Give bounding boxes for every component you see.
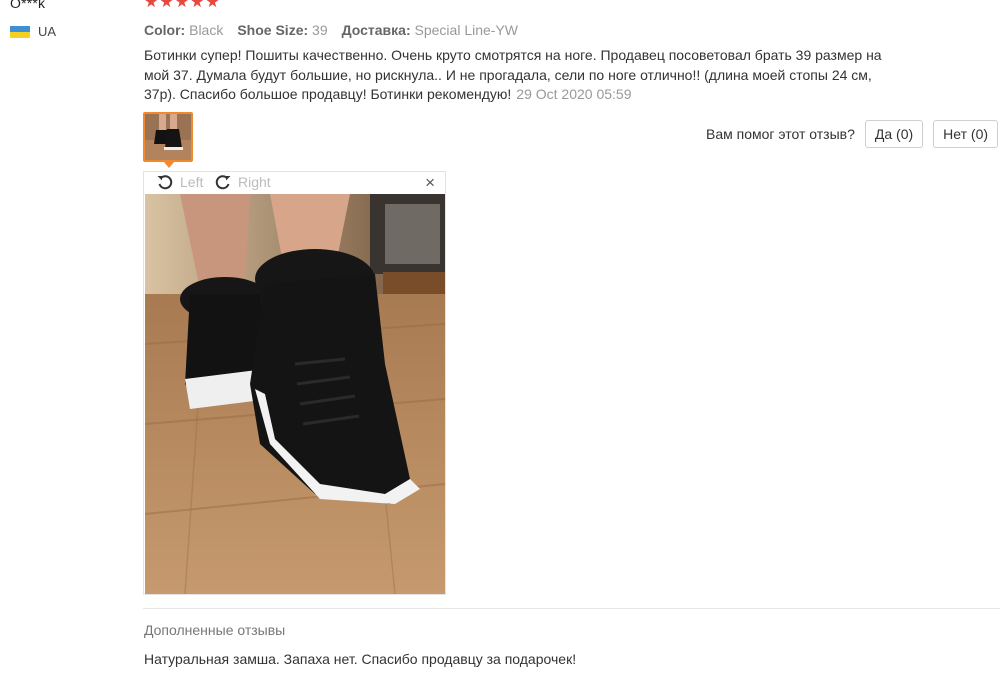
rating-stars: ★ ★ ★ ★ ★ <box>144 0 220 11</box>
rotate-right-label: Right <box>238 174 271 190</box>
thumbnail-pointer <box>164 162 174 168</box>
star-icon: ★ <box>174 0 190 11</box>
rotate-right-icon <box>215 175 231 190</box>
photo-thumbnail[interactable] <box>143 112 193 162</box>
vote-no-button[interactable]: Нет (0) <box>933 120 999 148</box>
star-icon: ★ <box>205 0 220 11</box>
attr-delivery: Доставка: Special Line-YW <box>341 22 519 38</box>
vote-yes-button[interactable]: Да (0) <box>864 120 924 148</box>
followup-text: Натуральная замша. Запаха нет. Спасибо п… <box>144 651 577 667</box>
close-viewer-button[interactable]: × <box>425 173 435 193</box>
helpful-question: Вам помог этот отзыв? <box>706 126 855 142</box>
boots-photo-image <box>145 194 445 594</box>
viewer-toolbar: Left Right × <box>144 172 445 194</box>
followup-title: Дополненные отзывы <box>144 622 286 638</box>
rotate-left-icon <box>157 175 173 190</box>
attr-color: Color: Black <box>144 22 224 38</box>
rotate-right-button[interactable]: Right <box>214 173 271 191</box>
rotate-left-button[interactable]: Left <box>156 173 203 191</box>
attr-shoe-size: Shoe Size: 39 <box>237 22 328 38</box>
rotate-left-label: Left <box>180 174 204 190</box>
boots-thumbnail-icon <box>145 114 191 160</box>
reviewer-country: UA <box>10 24 56 39</box>
order-attributes: Color: Black Shoe Size: 39 Доставка: Spe… <box>144 22 518 38</box>
ukraine-flag-icon <box>10 25 30 38</box>
star-icon: ★ <box>190 0 205 11</box>
reviewer-name: O***k <box>10 0 46 11</box>
star-icon: ★ <box>144 0 159 11</box>
image-viewer: Left Right × <box>143 171 446 595</box>
review-body: Ботинки супер! Пошиты качественно. Очень… <box>144 47 882 102</box>
review-date: 29 Oct 2020 05:59 <box>516 86 632 102</box>
star-icon: ★ <box>159 0 174 11</box>
country-code: UA <box>38 24 57 39</box>
section-divider <box>143 608 1000 609</box>
helpful-vote: Вам помог этот отзыв? Да (0) Нет (0) <box>706 120 999 148</box>
review-photo <box>145 194 445 594</box>
review-text: Ботинки супер! Пошиты качественно. Очень… <box>144 46 904 105</box>
